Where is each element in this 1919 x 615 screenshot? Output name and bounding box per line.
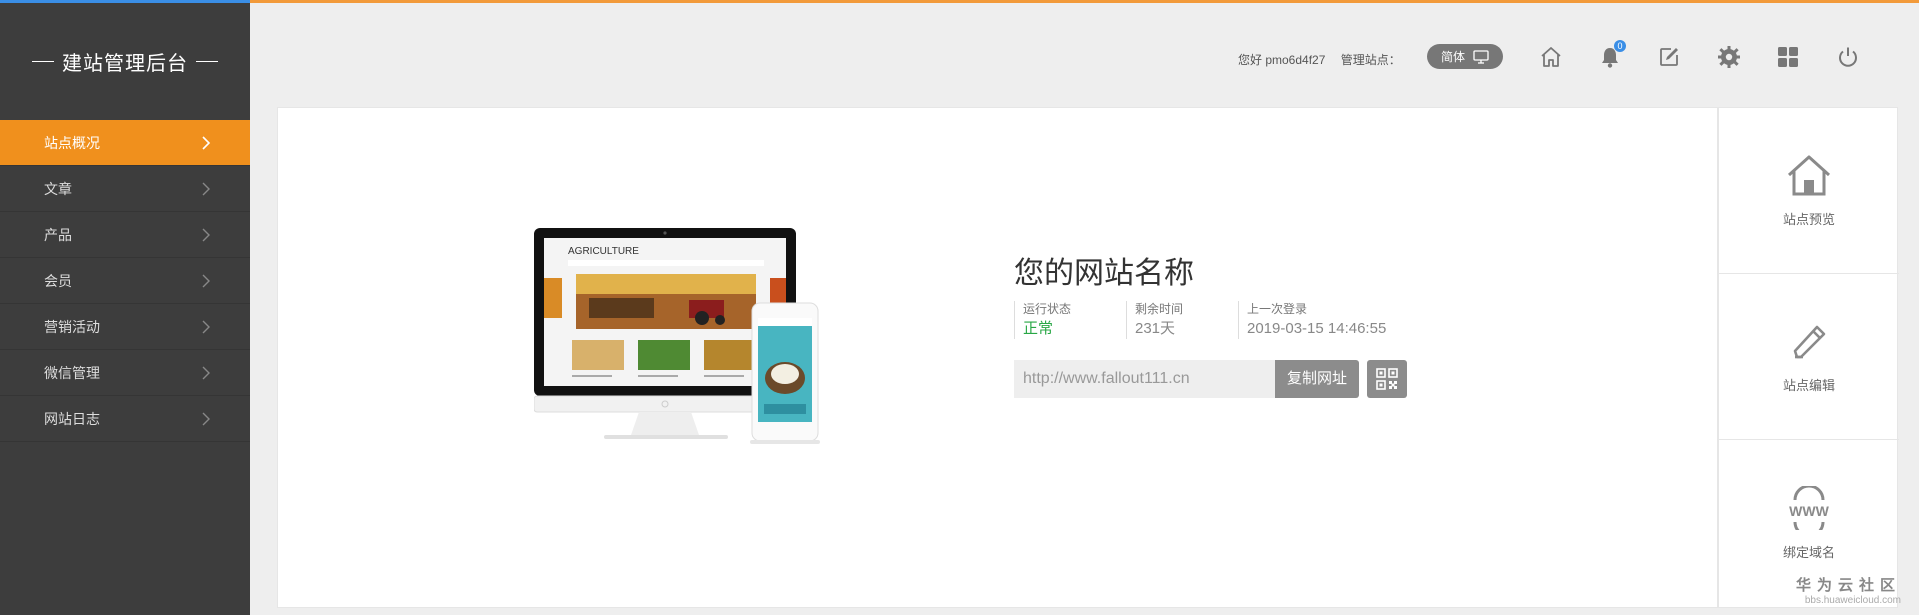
copy-url-button[interactable]: 复制网址	[1275, 360, 1359, 398]
sidebar-item-products[interactable]: 产品	[0, 212, 250, 258]
site-url-field[interactable]: http://www.fallout111.cn	[1014, 360, 1275, 398]
sidebar-item-articles[interactable]: 文章	[0, 166, 250, 212]
chevron-right-icon	[202, 135, 211, 150]
chevron-right-icon	[202, 366, 210, 379]
sidebar-item-label: 会员	[44, 272, 72, 289]
sidebar-item-label: 站点概况	[44, 134, 100, 151]
bell-icon[interactable]: 0	[1596, 40, 1626, 71]
watermark-title: 华为云社区	[1796, 577, 1902, 594]
chevron-right-icon	[202, 182, 210, 195]
brand-dash-left	[32, 61, 54, 62]
site-overview-panel: AGRICULTURE 您的网站名称 运行状态 正常 剩余时间 231天 上一次…	[277, 107, 1718, 608]
watermark: 华为云社区 bbs.huaweicloud.com	[1796, 574, 1901, 606]
monitor-icon	[1473, 49, 1489, 64]
sidebar-item-label: 文章	[44, 180, 72, 197]
brand-dash-right	[196, 61, 218, 62]
manage-site-label: 管理站点：	[1340, 53, 1401, 67]
chevron-right-icon	[202, 228, 210, 241]
sidebar-item-overview[interactable]: 站点概况	[0, 120, 250, 166]
sidebar: 建站管理后台 站点概况 文章 产品 会员 营销活动 微信管理 网站日志	[0, 3, 250, 615]
last-login-label: 上一次登录	[1247, 302, 1308, 316]
brand-text: 建站管理后台	[62, 53, 188, 75]
header: 您好 pmo6d4f27 管理站点： 简体 0	[250, 3, 1919, 103]
quick-actions-panel: 站点预览 站点编辑 WWW 绑定域名	[1718, 107, 1899, 608]
site-stats: 运行状态 正常 剩余时间 231天 上一次登录 2019-03-15 14:46…	[1014, 301, 1418, 339]
site-edit-button[interactable]: 站点编辑	[1719, 274, 1899, 440]
status-label: 运行状态	[1023, 302, 1072, 316]
site-mockup-illustration: AGRICULTURE	[534, 228, 820, 444]
remaining-stat: 剩余时间 231天	[1126, 301, 1238, 339]
sidebar-item-wechat[interactable]: 微信管理	[0, 350, 250, 396]
site-preview-label: 站点预览	[1782, 212, 1835, 227]
bind-domain-label: 绑定域名	[1782, 544, 1835, 560]
site-preview-button[interactable]: 站点预览	[1719, 108, 1899, 274]
chevron-right-icon	[202, 412, 210, 425]
last-login-value: 2019-03-15 14:46:55	[1247, 320, 1387, 337]
sidebar-item-label: 微信管理	[44, 364, 100, 381]
www-icon-text: WWW	[1789, 503, 1829, 519]
sidebar-item-logs[interactable]: 网站日志	[0, 396, 250, 442]
house-icon	[1787, 155, 1831, 196]
last-login-stat: 上一次登录 2019-03-15 14:46:55	[1238, 301, 1418, 339]
sidebar-item-label: 网站日志	[44, 410, 100, 427]
greeting-text: 您好 pmo6d4f27	[1238, 53, 1326, 67]
site-name: 您的网站名称	[1014, 257, 1194, 290]
notification-badge: 0	[1614, 40, 1626, 52]
mockup-brand-text: AGRICULTURE	[568, 246, 639, 257]
remaining-value: 231天	[1135, 320, 1176, 337]
qr-code-icon	[1376, 368, 1398, 390]
gear-icon[interactable]	[1715, 43, 1743, 71]
language-label: 简体	[1440, 50, 1465, 64]
status-value: 正常	[1023, 320, 1054, 337]
chevron-right-icon	[202, 274, 210, 287]
brand-title: 建站管理后台	[0, 3, 250, 120]
www-globe-icon: WWW	[1789, 485, 1830, 530]
sidebar-item-marketing[interactable]: 营销活动	[0, 304, 250, 350]
power-icon[interactable]	[1834, 43, 1862, 71]
language-switch-button[interactable]: 简体	[1427, 44, 1503, 69]
site-edit-label: 站点编辑	[1782, 378, 1835, 393]
apps-grid-icon[interactable]	[1774, 43, 1802, 71]
user-greeting: 您好 pmo6d4f27 管理站点：	[1238, 51, 1401, 68]
pencil-icon	[1793, 325, 1826, 359]
qr-code-button[interactable]	[1367, 360, 1407, 398]
sidebar-item-label: 产品	[44, 226, 72, 243]
edit-icon[interactable]	[1655, 43, 1683, 71]
watermark-url: bbs.huaweicloud.com	[1804, 595, 1902, 606]
sidebar-item-members[interactable]: 会员	[0, 258, 250, 304]
chevron-right-icon	[202, 320, 210, 333]
remaining-label: 剩余时间	[1135, 302, 1184, 316]
status-stat: 运行状态 正常	[1014, 301, 1126, 339]
sidebar-item-label: 营销活动	[44, 318, 100, 335]
home-icon[interactable]	[1537, 43, 1565, 71]
